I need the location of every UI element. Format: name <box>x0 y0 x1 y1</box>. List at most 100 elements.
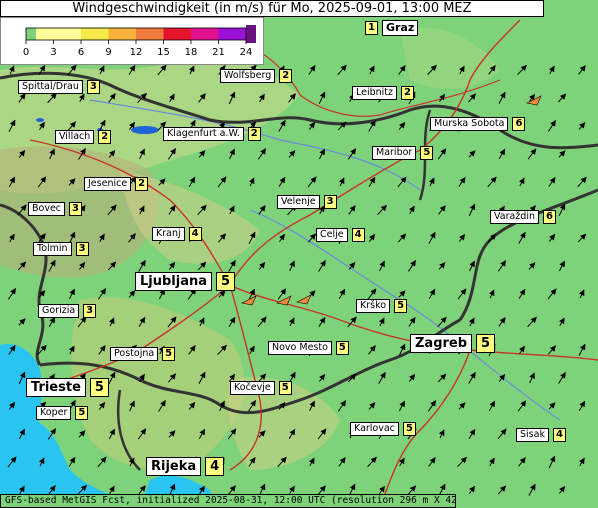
city-name: Celje <box>316 228 348 242</box>
wind-legend: 0 3 6 9 12 15 18 21 24 <box>0 17 264 65</box>
legend-color-segment <box>163 28 191 40</box>
city-label: Koper 5 <box>36 406 89 420</box>
wind-speed-value: 5 <box>216 272 236 291</box>
city-name: Rijeka <box>146 457 202 476</box>
wind-speed-value: 4 <box>205 457 225 476</box>
legend-colorbar: 0 3 6 9 12 15 18 21 24 <box>23 25 256 58</box>
forecast-footer: GFS-based MetGIS Fcst, initialized 2025-… <box>0 494 456 508</box>
city-label: 1 Graz <box>365 20 419 36</box>
city-name: Maribor <box>372 146 417 160</box>
city-name: Sisak <box>516 428 549 442</box>
wind-speed-value: 3 <box>86 80 100 94</box>
city-name: Bovec <box>28 202 66 216</box>
city-label: Kočevje 5 <box>230 381 292 395</box>
wind-speed-value: 5 <box>402 422 416 436</box>
city-label: Trieste 5 <box>26 378 109 397</box>
city-label: Postojna 5 <box>110 347 176 361</box>
wind-speed-value: 4 <box>351 228 365 242</box>
city-name: Gorizia <box>38 304 80 318</box>
wind-speed-value: 5 <box>420 146 434 160</box>
legend-tick-label: 24 <box>240 47 253 58</box>
city-name: Trieste <box>26 378 86 397</box>
city-label: Krško 5 <box>356 299 408 313</box>
wind-map[interactable]: Windgeschwindigkeit (in m/s) für Mo, 202… <box>0 0 598 508</box>
city-label: Wolfsberg 2 <box>220 69 293 83</box>
wind-speed-value: 5 <box>75 406 89 420</box>
city-name: Postojna <box>110 347 159 361</box>
city-label: Ljubljana 5 <box>135 272 236 291</box>
wind-speed-value: 2 <box>98 130 112 144</box>
city-label: Karlovac 5 <box>350 422 416 436</box>
wind-speed-value: 5 <box>278 381 292 395</box>
legend-tick-label: 9 <box>105 47 111 58</box>
city-name: Murska Sobota <box>430 117 509 131</box>
city-name: Jesenice <box>84 177 132 191</box>
city-label: Villach 2 <box>55 130 112 144</box>
city-label: Murska Sobota 6 <box>430 117 526 131</box>
city-label: Spittal/Drau 3 <box>18 80 100 94</box>
wind-speed-value: 3 <box>69 202 82 216</box>
map-title: Windgeschwindigkeit (in m/s) für Mo, 202… <box>0 0 544 17</box>
city-name: Ljubljana <box>135 272 213 291</box>
legend-tick-label: 3 <box>50 47 56 58</box>
terrain-layer <box>0 0 598 508</box>
city-label: Zagreb 5 <box>410 334 496 353</box>
city-name: Kočevje <box>230 381 275 395</box>
city-name: Wolfsberg <box>220 69 276 83</box>
city-label: Jesenice 2 <box>84 177 149 191</box>
city-label: Novo Mesto 5 <box>268 341 349 355</box>
city-name: Villach <box>55 130 95 144</box>
wind-speed-value: 5 <box>89 378 109 397</box>
city-label: Maribor 5 <box>372 146 434 160</box>
city-name: Novo Mesto <box>268 341 332 355</box>
legend-tick-label: 21 <box>212 47 225 58</box>
wind-speed-value: 5 <box>394 299 408 313</box>
legend-color-segment <box>53 28 81 40</box>
city-name: Koper <box>36 406 72 420</box>
wind-speed-value: 4 <box>188 227 202 241</box>
legend-tick-label: 18 <box>185 47 198 58</box>
city-label: Tolmin 3 <box>33 242 89 256</box>
city-name: Klagenfurt a.W. <box>163 127 244 141</box>
city-name: Graz <box>381 20 419 36</box>
city-label: Velenje 3 <box>277 195 337 209</box>
city-name: Varaždin <box>490 210 539 224</box>
wind-speed-value: 5 <box>162 347 176 361</box>
city-label: Gorizia 3 <box>38 304 97 318</box>
wind-speed-value: 2 <box>279 69 293 83</box>
city-name: Kranj <box>152 227 185 241</box>
legend-tick-label: 15 <box>157 47 170 58</box>
city-label: Leibnitz 2 <box>352 86 414 100</box>
city-label: Celje 4 <box>316 228 365 242</box>
wind-speed-value: 3 <box>75 242 89 256</box>
legend-tick-label: 0 <box>23 47 29 58</box>
city-name: Krško <box>356 299 391 313</box>
wind-speed-value: 2 <box>247 127 261 141</box>
station-marker: 1 <box>365 21 378 35</box>
legend-color-segment <box>191 28 219 40</box>
city-name: Zagreb <box>410 334 473 353</box>
legend-color-segment <box>218 28 246 40</box>
wind-speed-value: 5 <box>335 341 349 355</box>
city-name: Velenje <box>277 195 320 209</box>
city-name: Leibnitz <box>352 86 398 100</box>
city-label: Kranj 4 <box>152 227 202 241</box>
wind-speed-value: 6 <box>512 117 526 131</box>
city-name: Spittal/Drau <box>18 80 83 94</box>
city-label: Rijeka 4 <box>146 457 225 476</box>
wind-speed-value: 2 <box>135 177 149 191</box>
legend-tick-label: 12 <box>130 47 143 58</box>
wind-speed-value: 4 <box>552 428 566 442</box>
wind-speed-value: 5 <box>476 334 496 353</box>
city-label: Varaždin 6 <box>490 210 556 224</box>
legend-color-segment <box>136 28 164 40</box>
legend-color-end <box>246 25 256 43</box>
city-label: Sisak 4 <box>516 428 566 442</box>
city-name: Karlovac <box>350 422 399 436</box>
legend-tick-label: 6 <box>78 47 84 58</box>
wind-speed-value: 3 <box>83 304 97 318</box>
wind-speed-value: 6 <box>543 210 556 224</box>
city-label: Bovec 3 <box>28 202 82 216</box>
city-name: Tolmin <box>33 242 72 256</box>
wind-speed-value: 3 <box>323 195 337 209</box>
